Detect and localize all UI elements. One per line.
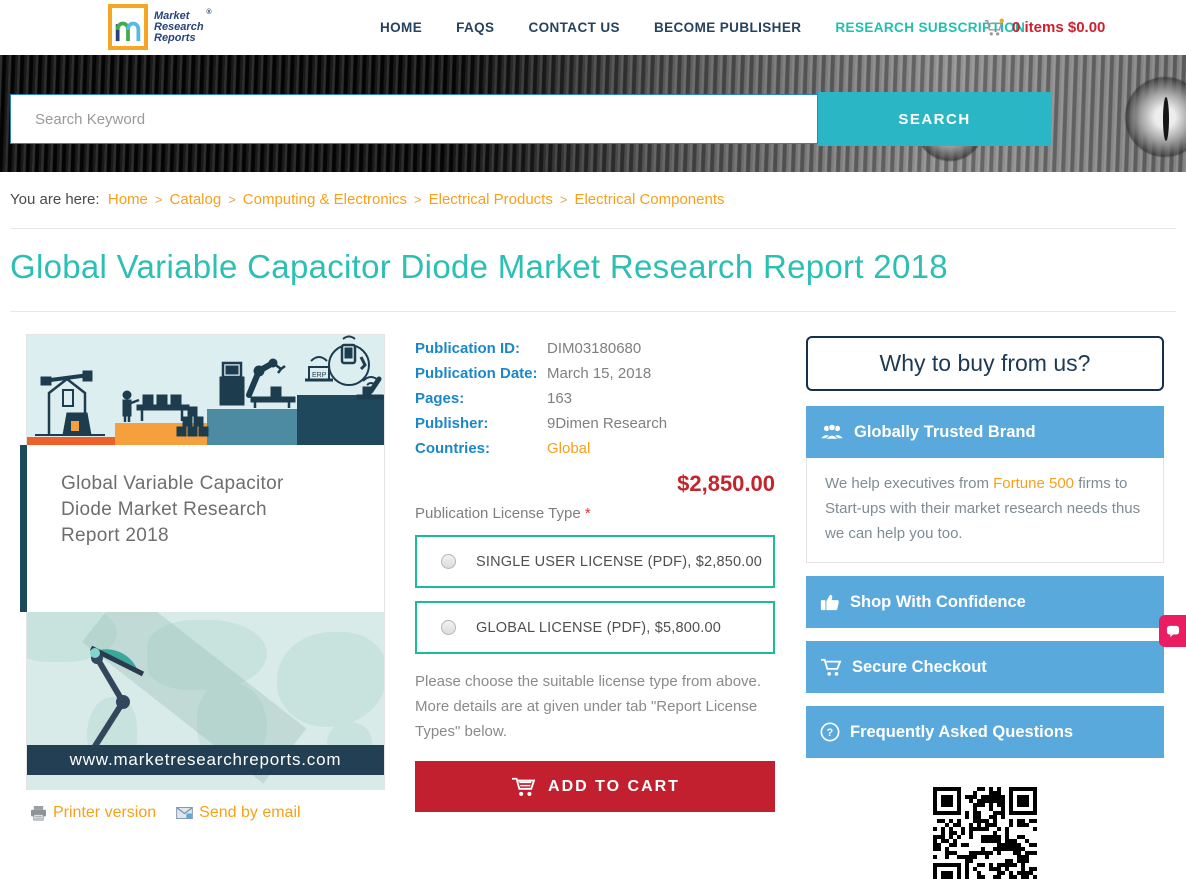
breadcrumb-computing-electronics[interactable]: Computing & Electronics	[243, 191, 407, 208]
license-option-global[interactable]: GLOBAL LICENSE (PDF), $5,800.00	[415, 601, 775, 654]
breadcrumb-prefix: You are here:	[10, 191, 100, 208]
faq-header[interactable]: ? Frequently Asked Questions	[806, 706, 1164, 758]
report-cover-image: ERP Global Variable Capacitor Diode Mark…	[20, 334, 385, 790]
add-to-cart-button[interactable]: ADD TO CART	[415, 761, 775, 812]
publisher-value: 9Dimen Research	[547, 415, 668, 432]
divider	[10, 311, 1176, 312]
cart-count: 0 items $0.00	[1012, 19, 1106, 36]
top-header: ® Market Research Reports HOME FAQS CONT…	[0, 0, 1186, 55]
main-nav: HOME FAQS CONTACT US BECOME PUBLISHER RE…	[380, 0, 1025, 55]
globally-trusted-brand-header[interactable]: Globally Trusted Brand	[806, 406, 1164, 458]
publication-date-value: March 15, 2018	[547, 365, 652, 382]
qr-code	[933, 787, 1037, 879]
nav-home[interactable]: HOME	[380, 20, 422, 35]
site-logo[interactable]: ® Market Research Reports	[108, 4, 212, 50]
detail-row-pages: Pages: 163	[415, 386, 775, 411]
cover-industry-illustration: ERP	[27, 335, 384, 445]
why-buy-sidebar: Why to buy from us? Globally Trusted Bra…	[806, 336, 1164, 879]
cover-title-area: Global Variable Capacitor Diode Market R…	[27, 445, 384, 612]
license-type-label: Publication License Type *	[415, 505, 591, 522]
question-icon: ?	[820, 722, 840, 742]
chat-bubble-icon	[1166, 625, 1180, 638]
publication-id-value: DIM03180680	[547, 340, 642, 357]
cart-icon	[820, 658, 842, 677]
breadcrumb: You are here: Home > Catalog > Computing & E…	[10, 191, 725, 208]
fortune-500-highlight: Fortune 500	[993, 475, 1075, 492]
cover-website-bar: www.marketresearchreports.com	[27, 745, 384, 775]
logo-m-icon	[108, 4, 148, 50]
add-to-cart-cart-icon	[510, 776, 536, 798]
page-title: Global Variable Capacitor Diode Market R…	[10, 248, 948, 285]
send-by-email-link[interactable]: Send by email	[176, 804, 301, 822]
printer-version-link[interactable]: Printer version	[30, 804, 156, 822]
breadcrumb-electrical-products[interactable]: Electrical Products	[429, 191, 553, 208]
cover-map-illustration: www.marketresearchreports.com	[27, 612, 384, 789]
industry-icons: ERP	[35, 335, 384, 437]
breadcrumb-catalog[interactable]: Catalog	[169, 191, 221, 208]
email-icon	[176, 807, 193, 819]
cart-icon	[983, 18, 1005, 38]
thumbs-up-icon	[820, 592, 840, 612]
cover-title: Global Variable Capacitor Diode Market R…	[61, 473, 284, 546]
secure-checkout-header[interactable]: Secure Checkout	[806, 641, 1164, 693]
logo-text: ® Market Research Reports	[154, 8, 212, 44]
breadcrumb-home[interactable]: Home	[108, 191, 148, 208]
countries-global-link[interactable]: Global	[547, 436, 590, 461]
users-icon	[820, 423, 844, 441]
search-button[interactable]: SEARCH	[818, 92, 1051, 146]
detail-row-countries: Countries: Global	[415, 436, 775, 461]
product-details-panel: Publication ID: DIM03180680 Publication …	[415, 336, 775, 812]
document-links: Printer version Send by email	[30, 804, 301, 822]
detail-row-publication-id: Publication ID: DIM03180680	[415, 336, 775, 361]
svg-text:?: ?	[827, 727, 834, 739]
search-input[interactable]	[10, 94, 818, 144]
divider	[10, 228, 1176, 229]
breadcrumb-electrical-components[interactable]: Electrical Components	[574, 191, 724, 208]
global-license-radio[interactable]	[441, 620, 456, 635]
why-buy-title-box: Why to buy from us?	[806, 336, 1164, 391]
license-option-single-user[interactable]: SINGLE USER LICENSE (PDF), $2,850.00	[415, 535, 775, 588]
nav-faqs[interactable]: FAQS	[456, 20, 494, 35]
header-cart[interactable]: 0 items $0.00	[983, 0, 1105, 55]
detail-row-publication-date: Publication Date: March 15, 2018	[415, 361, 775, 386]
cover-accent-strip	[20, 445, 27, 612]
pages-value: 163	[547, 390, 573, 407]
shop-with-confidence-header[interactable]: Shop With Confidence	[806, 576, 1164, 628]
svg-text:ERP: ERP	[312, 372, 327, 379]
nav-contact-us[interactable]: CONTACT US	[528, 20, 620, 35]
product-price: $2,850.00	[677, 471, 775, 496]
printer-icon	[30, 805, 47, 821]
globally-trusted-brand-body: We help executives from Fortune 500 firm…	[806, 458, 1164, 563]
single-user-license-radio[interactable]	[441, 554, 456, 569]
live-chat-widget[interactable]	[1159, 615, 1186, 647]
nav-become-publisher[interactable]: BECOME PUBLISHER	[654, 20, 801, 35]
detail-row-publisher: Publisher: 9Dimen Research	[415, 411, 775, 436]
page: ® Market Research Reports HOME FAQS CONT…	[0, 0, 1186, 879]
license-note: Please choose the suitable license type …	[415, 673, 762, 740]
